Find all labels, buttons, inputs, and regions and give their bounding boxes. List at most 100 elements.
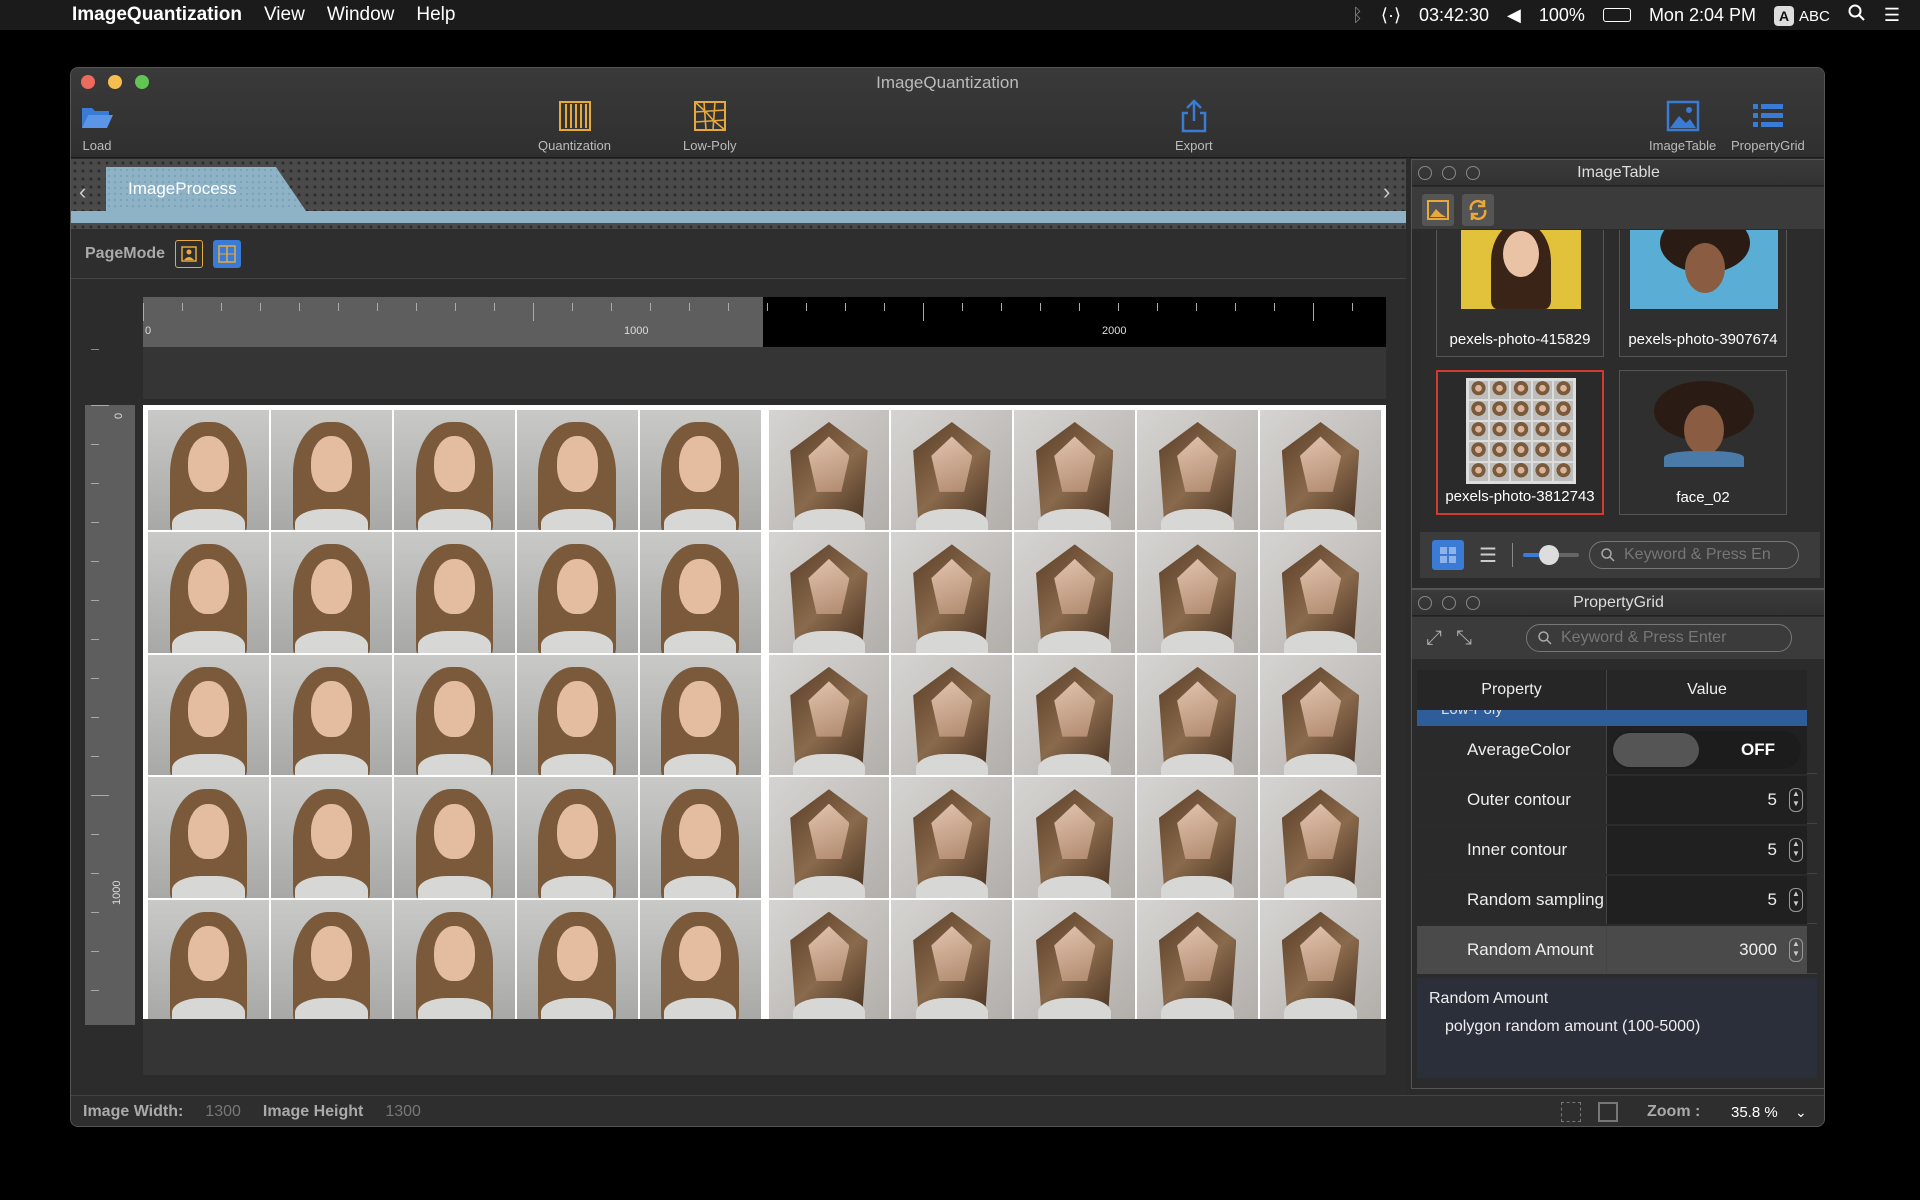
timer-text[interactable]: 03:42:30 — [1419, 5, 1489, 26]
divider — [1512, 543, 1513, 567]
column-property[interactable]: Property — [1417, 670, 1607, 710]
property-row-outer-contour[interactable]: Outer contour 5 ▲ ▼ — [1417, 776, 1817, 824]
portrait-tile — [516, 899, 638, 1020]
property-value[interactable]: 3000 ▲ ▼ — [1607, 926, 1807, 974]
low-poly-button[interactable]: Low-Poly — [683, 98, 736, 153]
ruler-overflow — [763, 297, 1386, 347]
ruler-tick — [1040, 303, 1041, 311]
quantization-label: Quantization — [538, 138, 611, 153]
chevron-right-icon[interactable]: › — [1383, 179, 1390, 205]
portrait-tile — [148, 777, 269, 898]
battery-text[interactable]: 100% — [1539, 5, 1585, 26]
property-grid-toolbar: ⤢ ⤡ Keyword & Press Enter — [1412, 617, 1824, 659]
portrait-shirt — [663, 631, 737, 653]
image-canvas[interactable]: 0 1000 2000 0 1000 — [71, 279, 1406, 1095]
spotlight-search-icon[interactable] — [1848, 4, 1866, 27]
portrait-shirt — [540, 631, 614, 653]
property-value[interactable]: 5 ▲ ▼ — [1607, 776, 1807, 824]
stepper-icon[interactable]: ▲ ▼ — [1789, 938, 1803, 962]
image-table-button[interactable]: ImageTable — [1649, 98, 1716, 153]
refresh-button[interactable] — [1462, 194, 1494, 226]
menu-app-name[interactable]: ImageQuantization — [72, 4, 242, 26]
panel-minimize-button[interactable] — [1442, 166, 1456, 180]
ruler-tick — [221, 303, 222, 311]
ruler-tick — [962, 303, 963, 311]
property-row-random-amount[interactable]: Random Amount 3000 ▲ ▼ — [1417, 926, 1817, 974]
thumbnail-list[interactable]: pexels-photo-415829 pexels-photo-3907674… — [1420, 230, 1820, 532]
portrait-shirt — [792, 875, 866, 898]
zoom-value[interactable]: 35.8 % — [1731, 1104, 1778, 1121]
portrait-tile — [891, 899, 1013, 1020]
portrait-face — [433, 926, 475, 982]
column-value[interactable]: Value — [1607, 670, 1807, 710]
property-grid-button[interactable]: PropertyGrid — [1731, 98, 1805, 153]
property-search-input[interactable]: Keyword & Press Enter — [1526, 624, 1792, 652]
portrait-tile — [516, 654, 638, 776]
battery-icon[interactable] — [1602, 8, 1631, 22]
clock-text[interactable]: Mon 2:04 PM — [1649, 5, 1756, 26]
slider-knob[interactable] — [1539, 545, 1559, 565]
bluetooth-icon[interactable]: ᛒ — [1352, 5, 1363, 26]
thumbnail-item[interactable]: pexels-photo-415829 — [1436, 230, 1604, 357]
panel-zoom-button[interactable] — [1466, 166, 1480, 180]
tab-strip: ‹ ImageProcess › — [71, 159, 1406, 229]
portrait-tile — [768, 899, 890, 1020]
panel-minimize-button[interactable] — [1442, 596, 1456, 610]
stepper-icon[interactable]: ▲ ▼ — [1789, 788, 1803, 812]
picture-icon — [1666, 100, 1699, 132]
stepper-icon[interactable]: ▲ ▼ — [1789, 888, 1803, 912]
menu-window[interactable]: Window — [327, 4, 395, 26]
image-preview[interactable] — [143, 405, 1386, 1025]
panel-close-button[interactable] — [1418, 596, 1432, 610]
portrait-face — [679, 803, 721, 860]
search-icon — [1538, 631, 1552, 645]
thumbnail-item-selected[interactable]: pexels-photo-3812743 — [1436, 370, 1604, 515]
property-value-text: 3000 — [1739, 940, 1777, 959]
single-page-button[interactable] — [175, 239, 204, 268]
property-value[interactable]: 5 ▲ ▼ — [1607, 876, 1807, 924]
portrait-shirt — [1038, 508, 1111, 531]
volume-icon[interactable]: ◀ — [1507, 5, 1521, 26]
average-color-toggle[interactable]: OFF — [1611, 731, 1801, 769]
control-center-icon[interactable]: ☰ — [1884, 5, 1900, 26]
menu-view[interactable]: View — [264, 4, 305, 26]
property-name: Outer contour — [1417, 776, 1607, 824]
grid-view-button[interactable] — [1432, 540, 1464, 570]
stepper-icon[interactable]: ▲ ▼ — [1789, 838, 1803, 862]
input-source[interactable]: A ABC — [1774, 5, 1830, 26]
export-button[interactable]: Export — [1175, 98, 1213, 153]
panel-close-button[interactable] — [1418, 166, 1432, 180]
thumbnail-size-slider[interactable] — [1523, 545, 1579, 565]
tab-image-process[interactable]: ImageProcess — [106, 167, 306, 211]
image-search-input[interactable]: Keyword & Press En — [1589, 541, 1799, 569]
menu-help[interactable]: Help — [416, 4, 455, 26]
property-row-random-sampling[interactable]: Random sampling 5 ▲ ▼ — [1417, 876, 1817, 924]
actual-size-icon[interactable] — [1598, 1102, 1618, 1122]
add-image-button[interactable] — [1422, 194, 1454, 226]
portrait-shirt — [915, 753, 989, 776]
thumbnail-item[interactable]: pexels-photo-3907674 — [1619, 230, 1787, 357]
property-category[interactable]: Low-Poly — [1417, 710, 1807, 726]
thumbnail-item[interactable]: face_02 — [1619, 370, 1787, 515]
zoom-dropdown-icon[interactable]: ⌄ — [1795, 1104, 1807, 1121]
panel-zoom-button[interactable] — [1466, 596, 1480, 610]
fit-screen-icon[interactable] — [1561, 1102, 1581, 1122]
list-view-button[interactable]: ☰ — [1474, 540, 1502, 570]
chevron-left-icon[interactable]: ‹ — [79, 179, 86, 205]
load-button[interactable]: Load — [79, 98, 115, 153]
portrait-shirt — [417, 508, 491, 531]
collapse-all-icon[interactable]: ⤡ — [1456, 627, 1472, 650]
mini-portrait-tile — [1511, 442, 1531, 461]
split-page-button[interactable] — [213, 239, 242, 268]
remote-icon[interactable]: ⟨·⟩ — [1381, 5, 1401, 26]
portrait-face — [556, 803, 598, 860]
ruler-tick — [806, 303, 807, 311]
portrait-shirt — [417, 753, 491, 776]
property-row-average-color[interactable]: AverageColor OFF — [1417, 726, 1817, 774]
quantization-button[interactable]: Quantization — [538, 98, 611, 153]
property-row-inner-contour[interactable]: Inner contour 5 ▲ ▼ — [1417, 826, 1817, 874]
portrait-face — [1503, 231, 1539, 277]
property-value[interactable]: 5 ▲ ▼ — [1607, 826, 1807, 874]
property-grid-columns: Property Value — [1417, 670, 1807, 710]
expand-all-icon[interactable]: ⤢ — [1426, 627, 1442, 650]
